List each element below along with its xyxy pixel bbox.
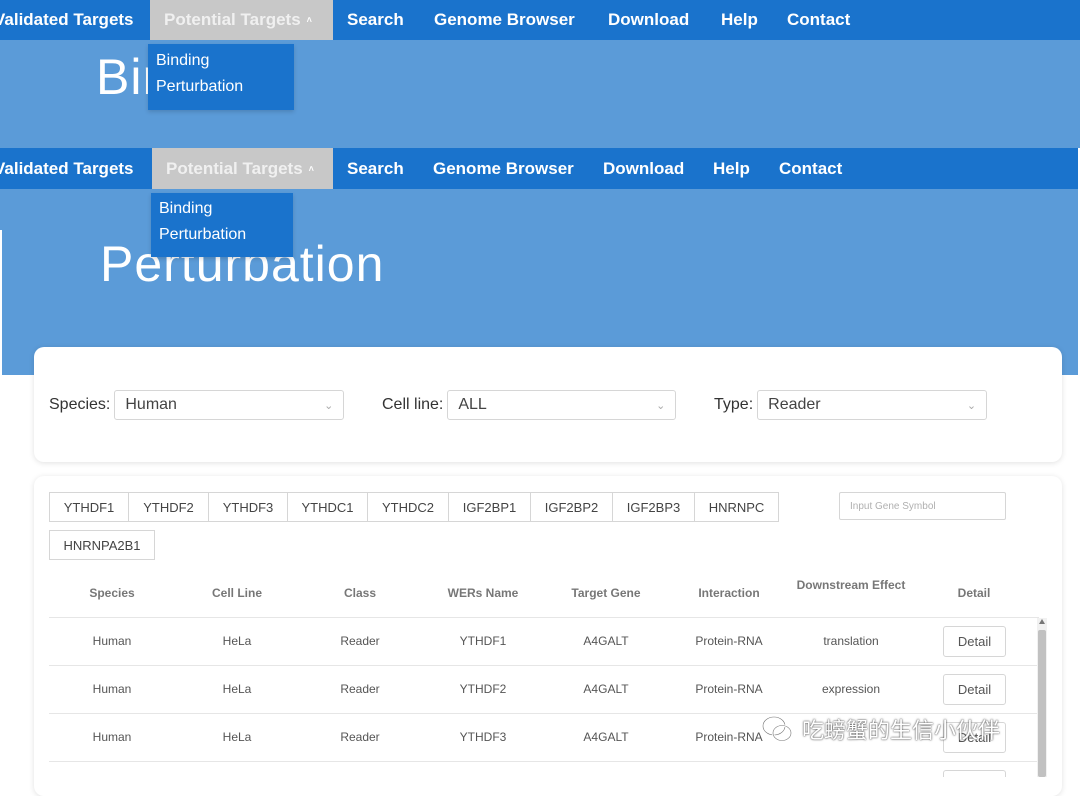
cell-line-label: Cell line:	[382, 396, 444, 413]
detail-button[interactable]: Detail	[943, 626, 1006, 657]
nav-download[interactable]: Download	[589, 148, 699, 189]
watermark: 吃螃蟹的生信小伙伴	[760, 712, 1000, 746]
cell-line-filter: Cell line: ALL ⌄	[382, 390, 677, 420]
nav-potential-targets-label: Potential Targets	[166, 158, 303, 178]
column-header-target-gene: Target Gene	[571, 586, 641, 600]
chevron-down-icon: ⌄	[656, 399, 666, 412]
type-select[interactable]: Reader ⌄	[757, 390, 988, 420]
results-card	[34, 476, 1062, 796]
species-select[interactable]: Human ⌄	[114, 390, 345, 420]
tab-ythdc1[interactable]: YTHDC1	[287, 492, 368, 522]
tab-ythdf2[interactable]: YTHDF2	[128, 492, 209, 522]
wechat-icon	[761, 715, 793, 742]
table-row-divider	[49, 665, 1039, 666]
potential-targets-dropdown-2: Binding Perturbation	[151, 193, 293, 257]
nav-contact[interactable]: Contact	[773, 0, 881, 40]
cell-target-gene: A4GALT	[583, 634, 629, 648]
cell-wers-name: YTHDF3	[459, 730, 507, 744]
cell-species: Human	[92, 634, 132, 648]
nav-search[interactable]: Search	[333, 148, 419, 189]
watermark-text: 吃螃蟹的生信小伙伴	[802, 718, 1001, 743]
dropdown-item-binding[interactable]: Binding	[151, 196, 293, 222]
column-header-cell-line: Cell Line	[211, 586, 263, 600]
cell-line-select[interactable]: ALL ⌄	[447, 390, 677, 420]
main-navbar: Validated Targets Potential Targets ˄ Se…	[0, 0, 1080, 40]
cell-downstream-effect: expression	[821, 682, 881, 696]
cell-wers-name: YTHDF2	[459, 682, 507, 696]
column-header-class: Class	[343, 586, 377, 600]
nav-download[interactable]: Download	[594, 0, 707, 40]
table-header-divider	[49, 617, 1039, 618]
tab-hnrnpa2b1[interactable]: HNRNPA2B1	[49, 530, 155, 560]
nav-help[interactable]: Help	[699, 148, 765, 189]
cell-interaction: Protein-RNA	[695, 634, 763, 648]
cell-interaction: Protein-RNA	[695, 730, 763, 744]
nav-help[interactable]: Help	[707, 0, 773, 40]
nav-genome-browser[interactable]: Genome Browser	[419, 148, 589, 189]
tab-igf2bp1[interactable]: IGF2BP1	[448, 492, 531, 522]
species-label: Species:	[49, 396, 111, 413]
divider	[0, 230, 2, 375]
cell-target-gene: A4GALT	[583, 730, 629, 744]
tab-ythdf3[interactable]: YTHDF3	[208, 492, 288, 522]
tab-ythdf1[interactable]: YTHDF1	[49, 492, 129, 522]
column-header-wers-name: WERs Name	[447, 586, 519, 600]
species-value: Human	[125, 396, 177, 413]
type-filter: Type: Reader ⌄	[714, 390, 988, 420]
chevron-down-icon: ⌄	[966, 399, 977, 412]
scrollbar-thumb[interactable]	[1038, 630, 1046, 777]
detail-button-partial[interactable]	[943, 770, 1006, 777]
cell-class: Reader	[340, 634, 380, 648]
type-value: Reader	[768, 396, 821, 413]
cell-cell-line: HeLa	[222, 730, 252, 744]
scroll-up-arrow-icon[interactable]	[1039, 619, 1045, 624]
gene-symbol-input[interactable]	[839, 492, 1006, 520]
column-header-detail: Detail	[957, 586, 991, 600]
chevron-down-icon: ⌄	[324, 399, 334, 412]
main-navbar-2: Validated Targets Potential Targets ˄ Se…	[0, 148, 1078, 189]
cell-class: Reader	[340, 730, 380, 744]
tab-ythdc2[interactable]: YTHDC2	[367, 492, 449, 522]
cell-class: Reader	[340, 682, 380, 696]
nav-validated-targets[interactable]: Validated Targets	[0, 148, 152, 189]
species-filter: Species: Human ⌄	[49, 390, 345, 420]
dropdown-item-binding[interactable]: Binding	[148, 48, 294, 74]
cell-downstream-effect: translation	[823, 634, 879, 648]
potential-targets-dropdown: Binding Perturbation	[148, 44, 294, 110]
dropdown-item-perturbation[interactable]: Perturbation	[151, 222, 293, 248]
tab-igf2bp2[interactable]: IGF2BP2	[530, 492, 613, 522]
table-row-divider	[49, 761, 1039, 762]
chevron-up-icon: ˄	[308, 163, 314, 174]
tab-igf2bp3[interactable]: IGF2BP3	[612, 492, 695, 522]
cell-target-gene: A4GALT	[583, 682, 629, 696]
nav-validated-targets[interactable]: Validated Targets	[0, 0, 150, 40]
cell-interaction: Protein-RNA	[695, 682, 763, 696]
chevron-up-icon: ˄	[306, 15, 312, 25]
nav-genome-browser[interactable]: Genome Browser	[420, 0, 594, 40]
nav-contact[interactable]: Contact	[765, 148, 873, 189]
type-label: Type:	[714, 396, 754, 413]
cell-cell-line: HeLa	[222, 682, 252, 696]
cell-species: Human	[92, 682, 132, 696]
cell-cell-line: HeLa	[222, 634, 252, 648]
detail-button[interactable]: Detail	[943, 674, 1006, 705]
tab-hnrnpc[interactable]: HNRNPC	[694, 492, 779, 522]
cell-line-value: ALL	[458, 396, 487, 413]
column-header-downstream-effect: Downstream Effect	[796, 578, 906, 592]
column-header-species: Species	[89, 586, 135, 600]
nav-potential-targets-label: Potential Targets	[164, 10, 301, 29]
dropdown-item-perturbation[interactable]: Perturbation	[148, 74, 294, 100]
cell-species: Human	[92, 730, 132, 744]
column-header-interaction: Interaction	[698, 586, 760, 600]
cell-wers-name: YTHDF1	[459, 634, 507, 648]
nav-search[interactable]: Search	[333, 0, 420, 40]
nav-potential-targets[interactable]: Potential Targets ˄	[150, 0, 333, 40]
nav-potential-targets[interactable]: Potential Targets ˄	[152, 148, 333, 189]
